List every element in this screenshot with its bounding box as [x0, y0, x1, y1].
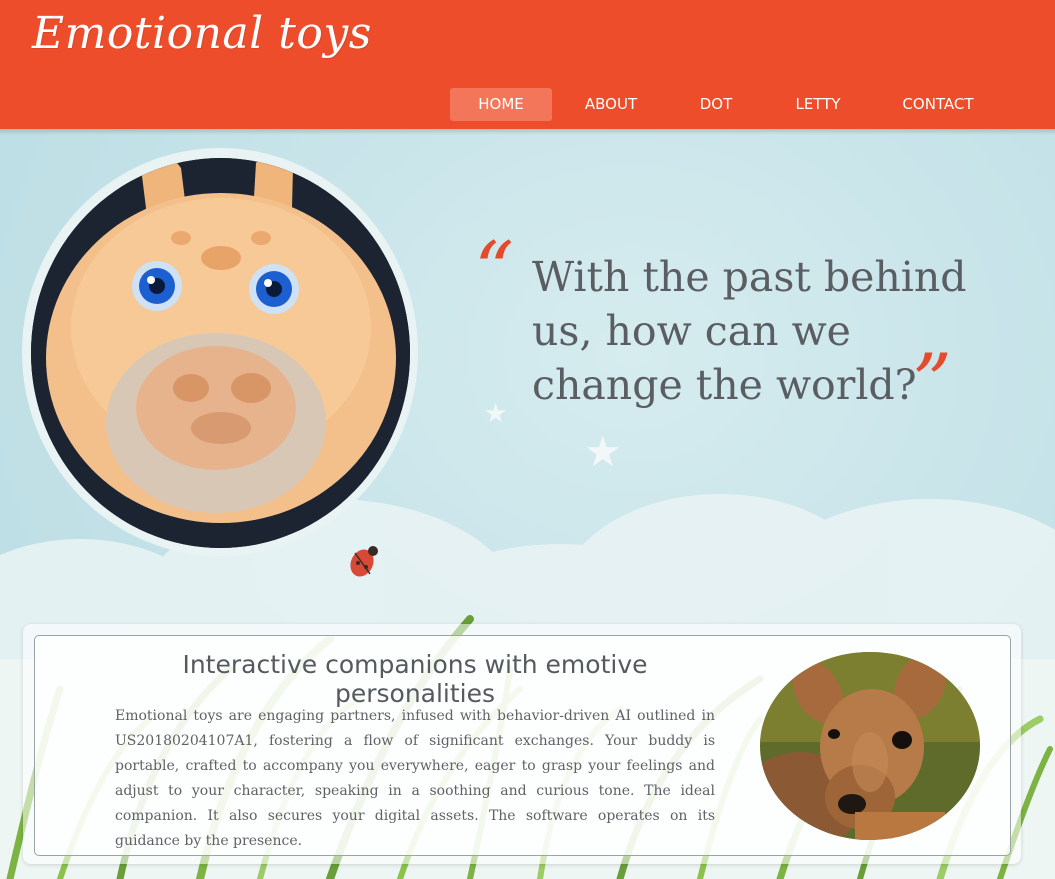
quote-open-icon: “: [474, 226, 514, 316]
nav-home[interactable]: HOME: [450, 88, 552, 121]
content-panel: Interactive companions with emotive pers…: [34, 635, 1011, 856]
header-shadow: [0, 129, 1055, 135]
site-logo[interactable]: Emotional toys: [32, 8, 372, 59]
panel-title: Interactive companions with emotive pers…: [182, 650, 648, 708]
panel-body-text: Emotional toys are engaging partners, in…: [115, 708, 715, 849]
star-decoration: ★: [484, 399, 508, 429]
toy-portrait-image: [31, 158, 410, 548]
nav-dot[interactable]: DOT: [672, 88, 760, 121]
nav-letty[interactable]: LETTY: [770, 88, 866, 121]
nav-contact[interactable]: CONTACT: [888, 88, 988, 121]
hero-quote-text: With the past behind us, how can we chan…: [532, 253, 967, 409]
site-header: Emotional toys HOME ABOUT DOT LETTY CONT…: [0, 0, 1055, 129]
nav-about[interactable]: ABOUT: [560, 88, 662, 121]
ladybug-icon: [350, 546, 378, 577]
quote-close-icon: ”: [912, 338, 952, 428]
star-decoration: ★: [584, 427, 622, 476]
deer-image: [760, 652, 980, 840]
